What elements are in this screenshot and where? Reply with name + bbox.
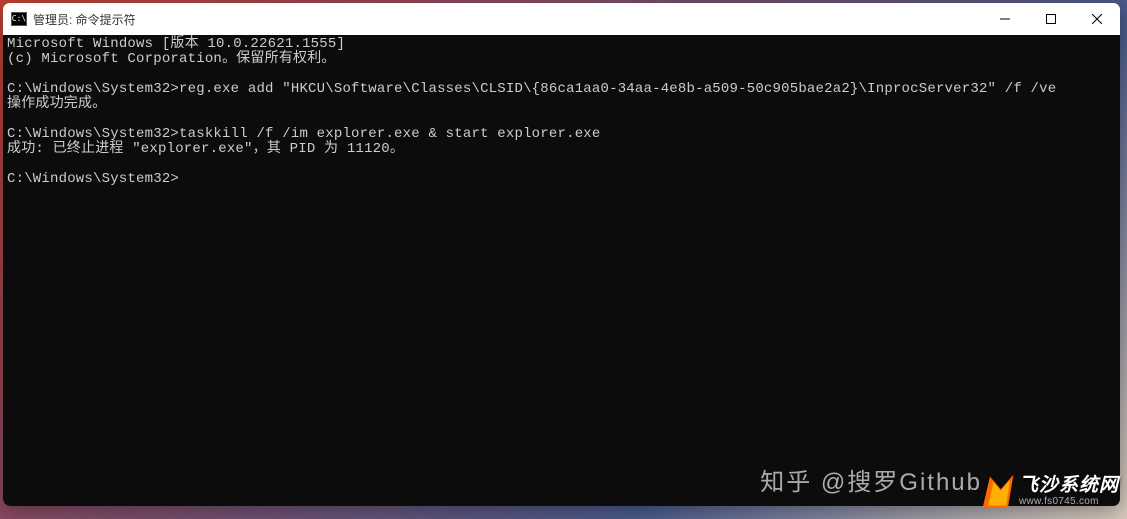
maximize-button[interactable] [1028,3,1074,35]
window-title: 管理员: 命令提示符 [33,11,136,28]
close-button[interactable] [1074,3,1120,35]
window-controls [982,3,1120,35]
terminal-line: 成功: 已终止进程 "explorer.exe"，其 PID 为 11120。 [7,142,1116,157]
terminal-output[interactable]: Microsoft Windows [版本 10.0.22621.1555](c… [3,35,1120,506]
terminal-line: 操作成功完成。 [7,97,1116,112]
terminal-line [7,112,1116,127]
minimize-button[interactable] [982,3,1028,35]
terminal-line [7,67,1116,82]
terminal-line: (c) Microsoft Corporation。保留所有权利。 [7,52,1116,67]
terminal-line: Microsoft Windows [版本 10.0.22621.1555] [7,37,1116,52]
terminal-line: C:\Windows\System32>reg.exe add "HKCU\So… [7,82,1116,97]
command-prompt-window: C:\ 管理员: 命令提示符 Microsoft Windows [版本 10.… [3,3,1120,506]
cmd-icon: C:\ [11,12,27,26]
terminal-line: C:\Windows\System32> [7,172,1116,187]
titlebar[interactable]: C:\ 管理员: 命令提示符 [3,3,1120,35]
terminal-line [7,157,1116,172]
terminal-line: C:\Windows\System32>taskkill /f /im expl… [7,127,1116,142]
titlebar-left: C:\ 管理员: 命令提示符 [11,11,136,28]
